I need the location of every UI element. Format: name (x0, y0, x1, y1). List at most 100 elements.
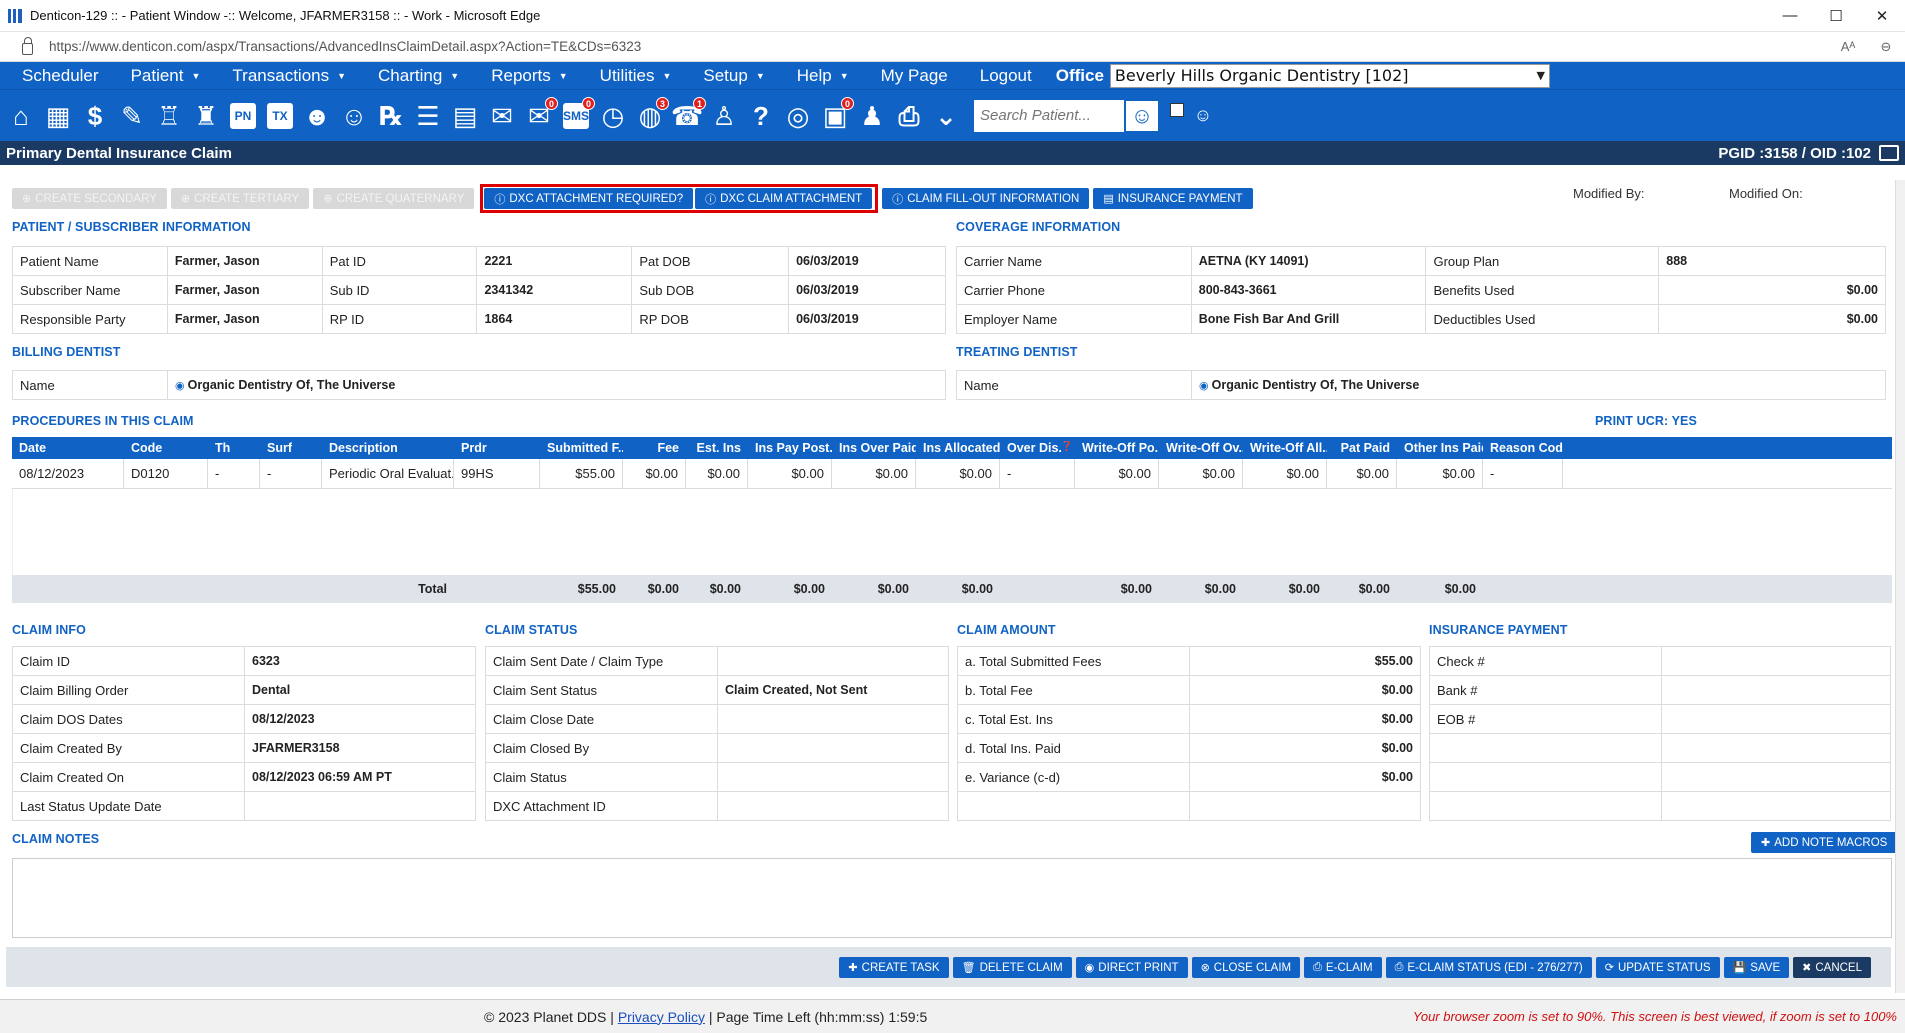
column-header[interactable]: Pat Paid (1327, 441, 1397, 455)
nav-help[interactable]: Help ▼ (797, 66, 849, 86)
tooth-outline-icon[interactable]: ♙ (709, 101, 739, 131)
column-header[interactable]: Submitted F... (540, 441, 623, 455)
print-icon[interactable]: ⎙ (894, 101, 924, 131)
sms-icon[interactable]: SMS 0 (561, 96, 595, 131)
search-patient-input[interactable] (974, 99, 1124, 132)
value-cell: $55.00 (1189, 646, 1421, 676)
dxc-attachment-required-button[interactable]: ⓘ DXC ATTACHMENT REQUIRED? (484, 188, 694, 209)
column-header[interactable]: Code (124, 441, 208, 455)
tooth-icon[interactable]: ♜ (191, 101, 221, 131)
search-person-icon[interactable]: ☺ (1124, 98, 1160, 133)
group-search-icon[interactable]: ☺ (1188, 101, 1218, 131)
vertical-scrollbar[interactable] (1895, 180, 1905, 993)
add-patient-icon[interactable]: ☻ (302, 101, 332, 131)
procedure-row[interactable]: 08/12/2023 D0120- - Periodic Oral Evaluat..… (12, 458, 1892, 489)
e-claim-button[interactable]: ⎙ E-CLAIM (1304, 957, 1382, 978)
nav-utilities[interactable]: Utilities ▼ (600, 66, 672, 86)
column-header[interactable]: Th (208, 441, 260, 455)
column-header[interactable]: Ins Allocated (916, 441, 1000, 455)
support-icon[interactable]: ☎ 1 (671, 96, 706, 131)
update-status-button[interactable]: ⟳ UPDATE STATUS (1595, 957, 1720, 978)
close-icon[interactable]: ✕ (1859, 7, 1905, 25)
scanner-icon[interactable]: ▤ (450, 101, 480, 131)
family-icon[interactable]: ☺ (339, 101, 369, 131)
create-task-button[interactable]: ✚ CREATE TASK (839, 957, 949, 978)
eye-icon[interactable]: ◉ (1199, 380, 1209, 392)
claim-fillout-info-button[interactable]: ⓘ CLAIM FILL-OUT INFORMATION (882, 188, 1090, 209)
column-header[interactable]: Surf (260, 441, 322, 455)
address-bar[interactable]: https://www.denticon.com/aspx/Transactio… (0, 32, 1905, 62)
rx-icon[interactable]: ℞ (376, 101, 406, 131)
nav-transactions[interactable]: Transactions ▼ (232, 66, 346, 86)
globe-icon[interactable]: ◍ 3 (635, 96, 669, 131)
dxc-claim-attachment-button[interactable]: ⓘ DXC CLAIM ATTACHMENT (695, 188, 873, 209)
calendar-icon[interactable]: ▦ (43, 101, 73, 131)
tooth-help-icon[interactable]: ? (746, 101, 776, 131)
nav-setup[interactable]: Setup ▼ (703, 66, 764, 86)
toolbar-checkbox[interactable] (1170, 102, 1184, 117)
column-header[interactable]: Description (322, 441, 454, 455)
notes-icon[interactable]: ☰ (413, 101, 443, 131)
treating-dentist-value[interactable]: ◉ Organic Dentistry Of, The Universe (1191, 370, 1886, 400)
pn-icon[interactable]: PN (228, 101, 258, 131)
claim-notes-textarea[interactable] (12, 858, 1892, 938)
label-cell: Claim Created On (12, 762, 245, 792)
nav-scheduler[interactable]: Scheduler (22, 66, 99, 86)
nav-patient[interactable]: Patient ▼ (131, 66, 201, 86)
column-header[interactable]: Ins Pay Post... (748, 441, 832, 455)
coverage-info-title: COVERAGE INFORMATION (956, 220, 1121, 234)
eye-icon[interactable]: ◉ (175, 380, 185, 392)
column-header[interactable]: Fee (623, 441, 686, 455)
create-quaternary-button[interactable]: ⊕ CREATE QUATERNARY (313, 188, 475, 209)
column-header[interactable]: Est. Ins (686, 441, 748, 455)
group-icon[interactable]: ♟ (857, 101, 887, 131)
create-tertiary-button[interactable]: ⊕ CREATE TERTIARY (170, 188, 310, 209)
printer-icon[interactable] (1879, 145, 1899, 161)
office-select[interactable]: Beverly Hills Organic Dentistry [102] ▼ (1109, 63, 1550, 88)
direct-print-button[interactable]: ◉ DIRECT PRINT (1075, 957, 1188, 978)
clock-icon[interactable]: ◷ (598, 101, 628, 131)
column-header[interactable]: Write-Off Po... (1075, 441, 1159, 455)
e-claim-status-button[interactable]: ⎙ E-CLAIM STATUS (EDI - 276/277) (1385, 957, 1592, 978)
add-note-macros-button[interactable]: ✚ ADD NOTE MACROS (1751, 832, 1898, 853)
tx-icon[interactable]: TX (265, 101, 295, 131)
column-header[interactable]: Ins Over Paid (832, 441, 916, 455)
privacy-policy-link[interactable]: Privacy Policy (618, 1009, 705, 1025)
column-header[interactable]: Write-Off Ov... (1159, 441, 1243, 455)
billing-dentist-value[interactable]: ◉ Organic Dentistry Of, The Universe (167, 370, 946, 400)
chevron-down-box-icon[interactable]: ⌄ (931, 101, 961, 131)
insurance-payment-button[interactable]: ▤ INSURANCE PAYMENT (1093, 188, 1253, 209)
column-header[interactable]: Date (12, 441, 124, 455)
dollar-icon[interactable]: $ (80, 101, 110, 131)
column-header[interactable]: Over Dis. ❓ (1000, 441, 1075, 455)
zoom-out-icon[interactable]: ⊖ (1867, 39, 1905, 55)
nav-my-page[interactable]: My Page (881, 66, 948, 86)
save-button[interactable]: 💾 SAVE (1723, 957, 1790, 978)
procedure-cell: $0.00 (1159, 458, 1243, 489)
tooth-chart-icon[interactable]: ♖ (154, 101, 184, 131)
form-icon[interactable]: ▣ 0 (820, 96, 854, 131)
edit-icon[interactable]: ✎ (117, 101, 147, 131)
column-header[interactable]: Other Ins Paid (1397, 441, 1483, 455)
delete-claim-button[interactable]: 🗑 DELETE CLAIM (952, 957, 1072, 978)
column-header[interactable]: Write-Off All... (1243, 441, 1327, 455)
cancel-button[interactable]: ✖ CANCEL (1793, 957, 1871, 978)
nav-logout[interactable]: Logout (980, 66, 1032, 86)
column-header[interactable]: Reason Code (1483, 441, 1563, 455)
nav-reports[interactable]: Reports ▼ (491, 66, 567, 86)
message-icon[interactable]: ✉ 0 (524, 96, 558, 131)
home-icon[interactable]: ⌂ (6, 101, 36, 131)
close-claim-button[interactable]: ⊗ CLOSE CLAIM (1191, 957, 1301, 978)
create-secondary-button[interactable]: ⊕ CREATE SECONDARY (12, 188, 167, 209)
read-aloud-icon[interactable]: Aᴬ (1829, 39, 1867, 54)
minimize-icon[interactable]: — (1767, 7, 1813, 24)
url-text[interactable]: https://www.denticon.com/aspx/Transactio… (49, 39, 1829, 54)
nav-charting[interactable]: Charting ▼ (378, 66, 459, 86)
column-header[interactable]: Prdr (454, 441, 540, 455)
maximize-icon[interactable]: ☐ (1813, 7, 1859, 25)
mail-icon[interactable]: ✉ (487, 101, 517, 131)
help-icon[interactable]: ❓ (1061, 441, 1073, 452)
value-cell: 800-843-3661 (1190, 275, 1427, 305)
web-icon[interactable]: ◎ (783, 101, 813, 131)
claim-notes-title: CLAIM NOTES (12, 832, 100, 846)
